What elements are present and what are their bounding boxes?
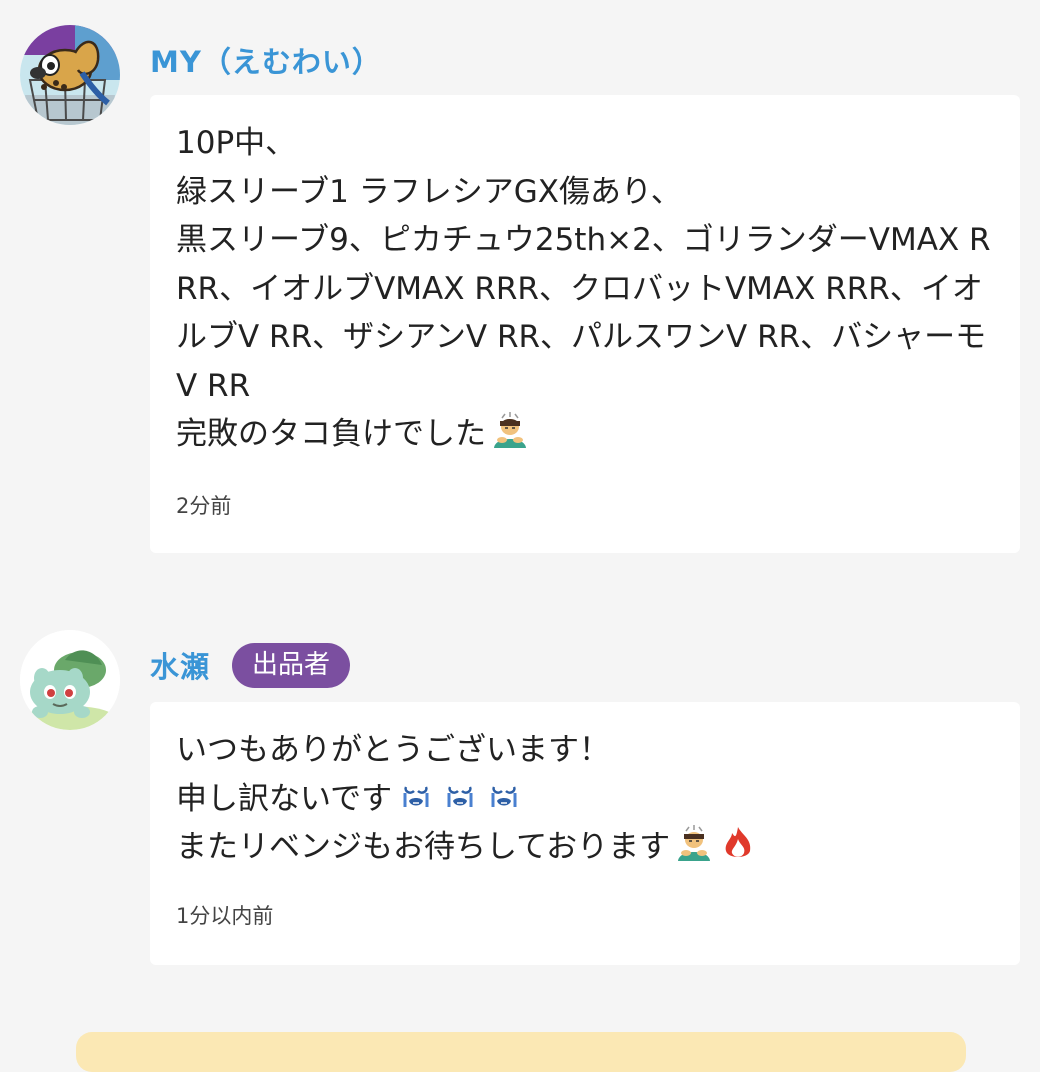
comment-header: 水瀬 出品者 [150, 640, 351, 690]
seller-badge: 出品者 [232, 642, 351, 688]
comment-bubble: 10P中、 緑スリーブ1 ラフレシアGX傷あり、 黒スリーブ9、ピカチュウ25t… [150, 95, 1020, 553]
cartoon-dog-in-cart-avatar-icon [20, 25, 120, 125]
comment-message: いつもありがとうございます！ 申し訳ないです またリベンジもお待ちしております [176, 726, 994, 872]
user-avatar[interactable] [20, 25, 120, 125]
emoji-group [398, 777, 522, 813]
comment-time: 1分以内前 [176, 904, 274, 928]
emoji-group [676, 825, 756, 861]
message-line: 申し訳ないです [176, 781, 522, 817]
fire-emoji-icon [725, 827, 751, 857]
person-bowing-emoji-icon [678, 825, 711, 861]
crying-face-emoji-icon [403, 785, 429, 807]
message-line-text: またリベンジもお待ちしております [176, 829, 671, 865]
message-line-text: いつもありがとうございます！ [176, 732, 610, 768]
message-line-text: 申し訳ないです [176, 780, 393, 817]
username[interactable]: 水瀬 [150, 644, 210, 686]
message-line: いつもありがとうございます！ [176, 732, 610, 768]
comment-message: 10P中、 緑スリーブ1 ラフレシアGX傷あり、 黒スリーブ9、ピカチュウ25t… [176, 119, 994, 459]
user-avatar[interactable] [20, 630, 120, 730]
username[interactable]: MY（えむわい） [150, 39, 382, 81]
comment-time: 2分前 [176, 494, 232, 518]
bulbasaur-avatar-icon [20, 630, 120, 730]
person-bowing-emoji-icon [494, 412, 526, 448]
crying-face-emoji-icon [447, 785, 473, 807]
bottom-notice-banner [76, 1032, 966, 1072]
message-line: またリベンジもお待ちしております [176, 825, 756, 865]
comment-text: 10P中、 緑スリーブ1 ラフレシアGX傷あり、 黒スリーブ9、ピカチュウ25t… [176, 125, 991, 452]
emoji-group [492, 412, 528, 448]
crying-face-emoji-icon [491, 785, 517, 807]
comment-header: MY（えむわい） [150, 35, 382, 85]
comment-bubble: いつもありがとうございます！ 申し訳ないです またリベンジもお待ちしております … [150, 702, 1020, 965]
